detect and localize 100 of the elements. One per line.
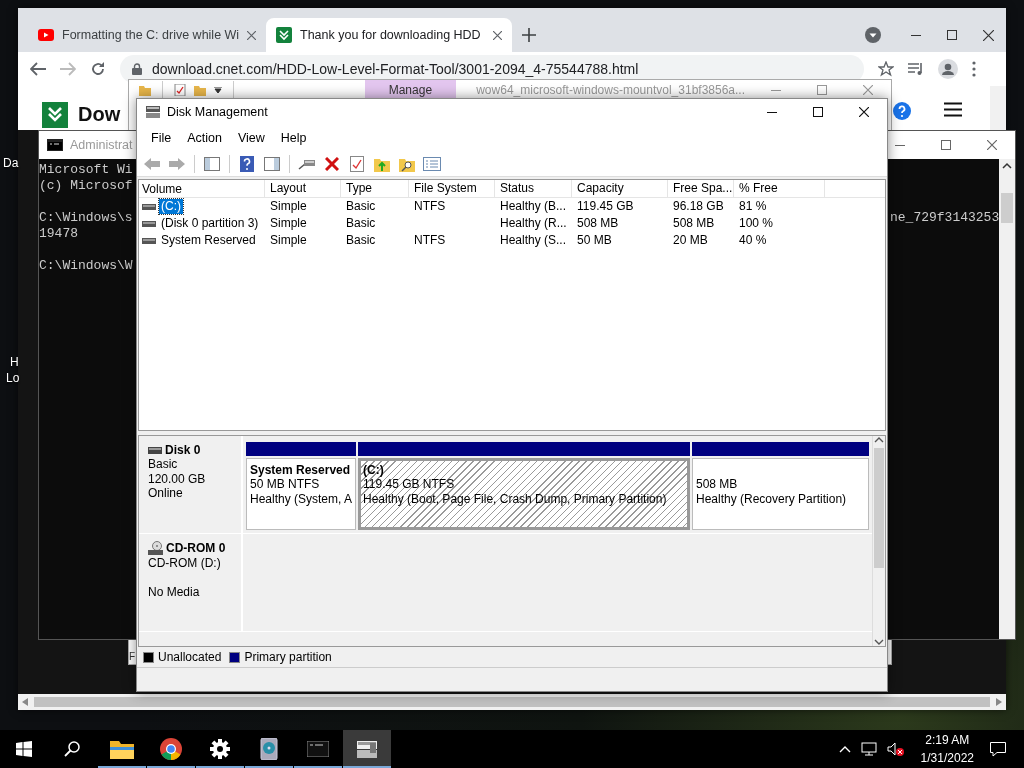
menu-item[interactable]: File: [143, 127, 180, 149]
disk-drive-icon: [148, 445, 162, 455]
back-icon: [144, 156, 160, 171]
console-icon: [307, 741, 329, 757]
windows-icon: [16, 741, 32, 757]
delete-icon: [325, 156, 339, 171]
partition-box[interactable]: System Reserved 50 MB NTFS Healthy (System, A: [246, 458, 356, 530]
partition-size: 50 MB NTFS: [250, 477, 320, 492]
close-icon[interactable]: [983, 29, 994, 41]
column-header[interactable]: File System: [409, 180, 495, 198]
properties-icon[interactable]: [173, 84, 186, 96]
help-icon: [240, 155, 254, 172]
window-title: Administrat: [70, 137, 133, 153]
back-icon[interactable]: [30, 62, 46, 76]
table-cell: Healthy (B...: [500, 199, 567, 213]
column-header[interactable]: Capacity: [572, 180, 668, 198]
forward-icon: [169, 156, 185, 171]
table-cell: Healthy (S...: [500, 233, 567, 247]
table-cell: Healthy (R...: [500, 216, 567, 230]
menu-icon[interactable]: [972, 61, 976, 77]
column-header[interactable]: Type: [341, 180, 409, 198]
chevron-up-icon[interactable]: [838, 745, 851, 753]
drive-label[interactable]: (C:): [159, 199, 183, 214]
menu-icon[interactable]: [944, 102, 962, 117]
table-cell: 96.18 GB: [673, 199, 724, 213]
menu-item[interactable]: Help: [272, 127, 315, 149]
maximize-icon[interactable]: [947, 29, 957, 40]
new-tab-icon[interactable]: [522, 28, 536, 42]
table-cell: Simple: [270, 233, 307, 247]
table-cell: Basic: [346, 216, 376, 230]
drive-label[interactable]: (Disk 0 partition 3): [159, 216, 261, 231]
status-text: F: [129, 651, 136, 663]
video-icon: [38, 29, 54, 41]
connect-icon: [298, 157, 316, 170]
scroll-thumb[interactable]: [34, 697, 990, 707]
scrollbar[interactable]: [999, 159, 1015, 639]
disk-detail: 120.00 GB: [148, 471, 206, 486]
console-line: 19478: [39, 226, 78, 242]
partition-box[interactable]: 508 MB Healthy (Recovery Partition): [692, 458, 869, 530]
legend-label: Primary partition: [244, 649, 332, 665]
help-icon[interactable]: [893, 102, 911, 120]
console-tree-icon: [204, 156, 220, 171]
table-cell: 100 %: [739, 216, 774, 230]
table-cell: 81 %: [739, 199, 767, 213]
column-header[interactable]: Free Spa...: [668, 180, 734, 198]
disk-name: Disk 0: [165, 443, 201, 458]
partition-box[interactable]: (C:) 119.45 GB NTFS Healthy (Boot, Page File, Crash Dump, Primary Partition): [358, 458, 690, 530]
close-icon[interactable]: [859, 107, 869, 117]
disk-management-icon: [145, 105, 161, 119]
profile-icon[interactable]: [938, 59, 958, 79]
media-icon[interactable]: [908, 62, 924, 76]
notification-icon[interactable]: [990, 741, 1006, 757]
download-icon: [276, 27, 292, 43]
drive-icon: [142, 236, 156, 245]
ribbon-tab[interactable]: Manage: [364, 80, 457, 100]
column-header[interactable]: Status: [495, 180, 572, 198]
partition-size: 119.45 GB NTFS: [363, 477, 455, 492]
scroll-right-icon[interactable]: [996, 698, 1002, 706]
column-header[interactable]: Layout: [265, 180, 341, 198]
clock[interactable]: 2:19 AM 1/31/2022: [914, 731, 980, 767]
scroll-down-icon[interactable]: [874, 638, 884, 646]
scrollbar[interactable]: [872, 436, 885, 646]
drive-label[interactable]: System Reserved: [159, 233, 258, 248]
table-cell: NTFS: [414, 199, 446, 213]
console-line: C:\Windows\s: [39, 210, 133, 226]
browser-tab[interactable]: Thank you for downloading HDD: [266, 18, 512, 52]
list-view-icon: [423, 156, 441, 171]
scrollbar[interactable]: [990, 86, 1006, 130]
caret-icon[interactable]: [213, 87, 222, 93]
table-cell: 508 MB: [577, 216, 619, 230]
taskbar-app[interactable]: [343, 730, 391, 768]
scroll-thumb[interactable]: [874, 448, 884, 568]
drive-icon: [142, 202, 156, 211]
scroll-left-icon[interactable]: [22, 698, 28, 706]
disk-detail: CD-ROM (D:): [148, 556, 221, 570]
search-icon: [64, 741, 80, 757]
disk-detail: No Media: [148, 585, 200, 600]
scrollbar[interactable]: [18, 694, 1006, 710]
network-icon[interactable]: [860, 742, 877, 756]
muted-speaker-icon[interactable]: [886, 742, 905, 756]
reload-icon[interactable]: [90, 61, 106, 77]
disk-detail: Online: [148, 486, 183, 501]
star-icon[interactable]: [878, 61, 894, 77]
browser-tab[interactable]: Formatting the C: drive while Wi: [28, 18, 266, 52]
console-line: ne_729f3143253: [890, 210, 1000, 226]
desktop-icon-label: H: [10, 355, 19, 370]
menu-item[interactable]: View: [229, 127, 273, 149]
scroll-thumb[interactable]: [1001, 193, 1013, 223]
disk-app-icon: [260, 738, 278, 760]
clock-date: 1/31/2022: [920, 750, 974, 767]
maximize-icon[interactable]: [813, 107, 823, 117]
site-logo-text: Dow: [78, 102, 121, 126]
table-cell: Simple: [270, 199, 307, 213]
table-cell: 119.45 GB: [577, 199, 634, 213]
menu-item[interactable]: Action: [179, 127, 230, 149]
column-header[interactable]: % Free: [734, 180, 825, 198]
scroll-up-icon[interactable]: [874, 436, 884, 444]
console-line: Microsoft Wi: [39, 162, 133, 178]
desktop-icon-label: Lo: [6, 371, 20, 386]
dropdown-icon[interactable]: [865, 27, 881, 43]
